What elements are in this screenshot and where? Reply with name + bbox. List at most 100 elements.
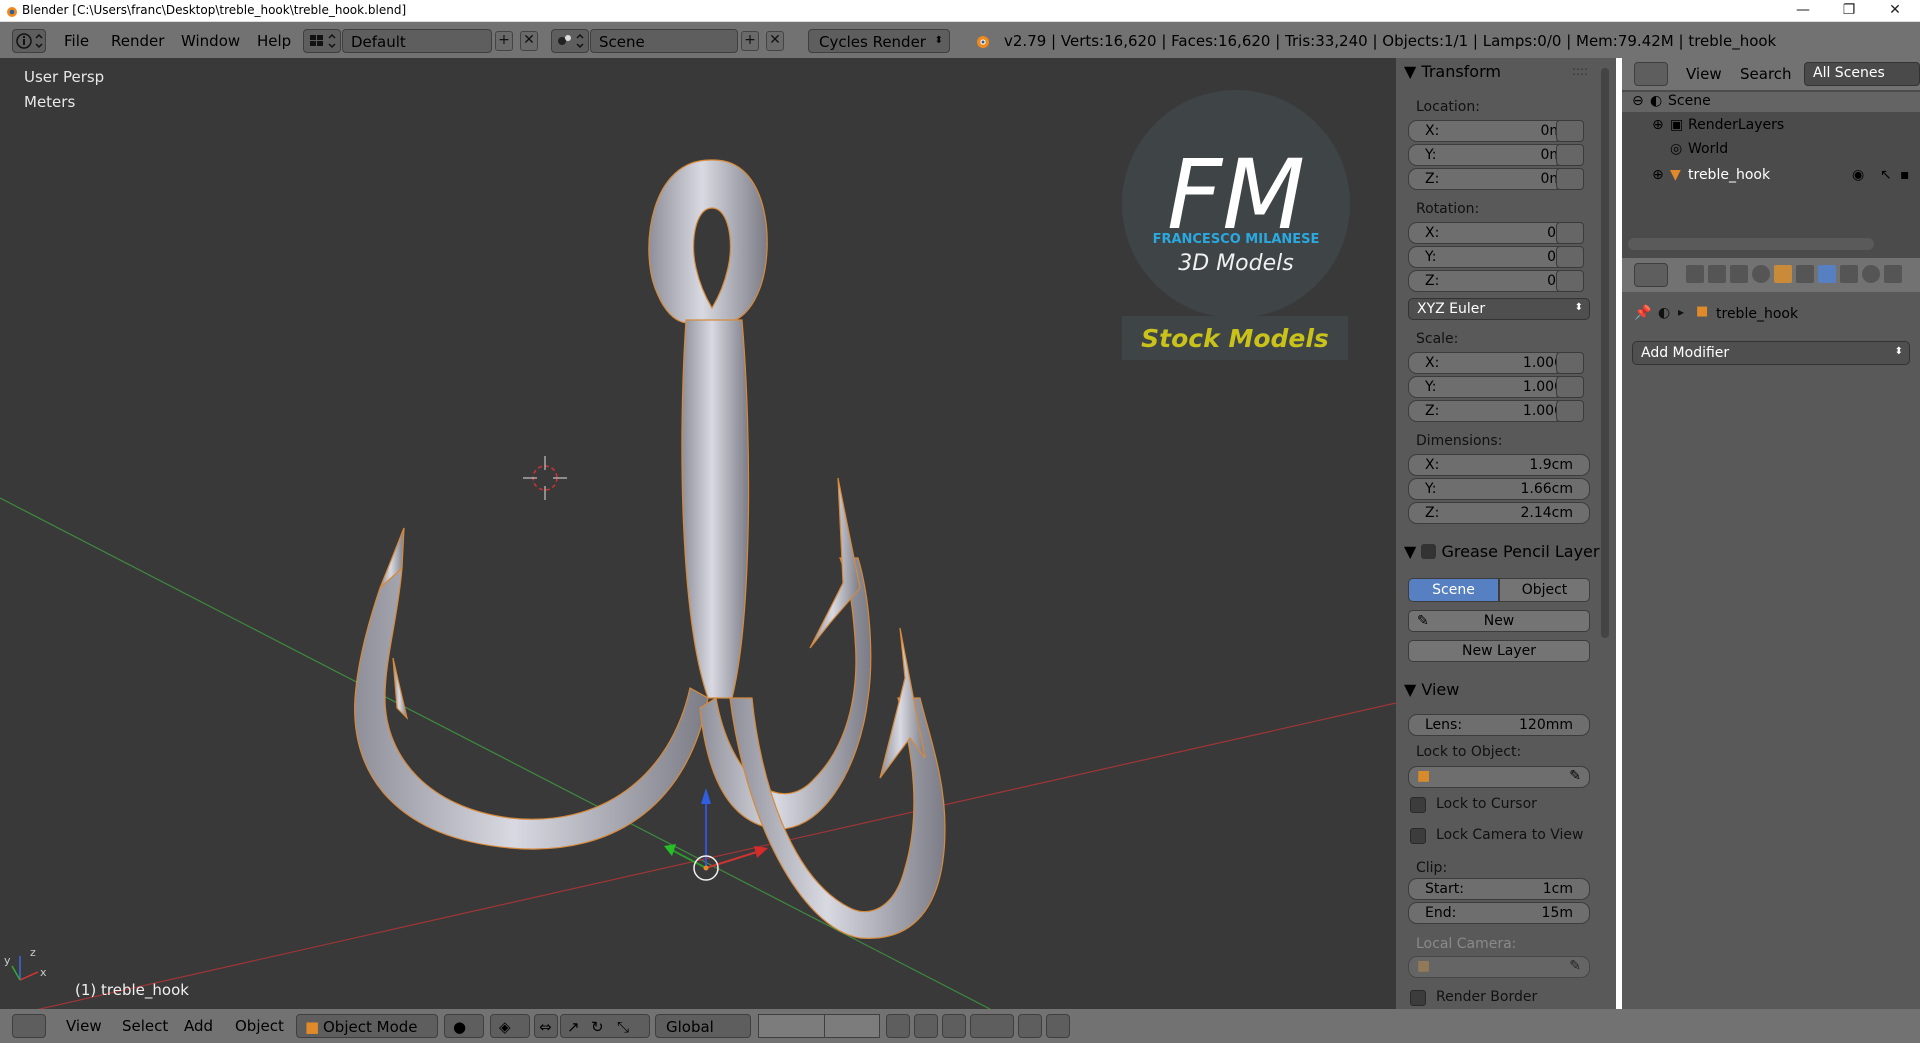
grease-pencil-panel-header[interactable]: ▼ Grease Pencil Layer bbox=[1404, 542, 1599, 564]
outliner-row-renderlayers[interactable]: ⊕ ▣ RenderLayers bbox=[1622, 116, 1920, 136]
orientation-select[interactable]: Global bbox=[655, 1014, 751, 1038]
minimize-button[interactable]: — bbox=[1780, 0, 1826, 22]
pivot-select[interactable]: ◈ bbox=[490, 1014, 530, 1038]
restore-button[interactable]: ❐ bbox=[1826, 0, 1872, 22]
shading-select[interactable]: ● bbox=[444, 1014, 484, 1038]
clip-end-field[interactable]: End: 15m bbox=[1408, 902, 1590, 924]
outliner-editor-type-button[interactable] bbox=[1634, 62, 1668, 86]
grease-object-button[interactable]: Object bbox=[1499, 578, 1590, 602]
lock-rotation-z-button[interactable] bbox=[1556, 270, 1584, 292]
grease-new-button[interactable]: ✎ New bbox=[1408, 610, 1590, 632]
mode-select[interactable]: ■ Object Mode bbox=[296, 1014, 438, 1038]
constraints-tab-icon[interactable] bbox=[1796, 265, 1814, 283]
expand-icon[interactable]: ⊕ bbox=[1652, 117, 1664, 133]
add-layout-button[interactable]: + bbox=[495, 31, 513, 51]
opengl-anim-button[interactable] bbox=[1046, 1014, 1070, 1038]
scale-x-field[interactable]: X: 1.000 bbox=[1408, 352, 1580, 374]
properties-editor-type-button[interactable] bbox=[1634, 263, 1668, 287]
lock-scale-x-button[interactable] bbox=[1556, 352, 1584, 374]
modifiers-tab-wrench-icon[interactable] bbox=[1818, 265, 1836, 283]
location-z-field[interactable]: Z: 0m bbox=[1408, 168, 1580, 190]
expand-icon[interactable]: ⊕ bbox=[1652, 167, 1664, 183]
screen-layout-field[interactable]: Default bbox=[342, 29, 492, 53]
eyedropper-icon[interactable]: ✎ bbox=[1569, 768, 1581, 784]
viewport-menu-select[interactable]: Select bbox=[122, 1017, 168, 1035]
rotate-icon[interactable]: ↻ bbox=[591, 1018, 604, 1036]
lock-object-field[interactable]: ■ ✎ bbox=[1408, 766, 1590, 788]
lock-to-cursor-checkbox[interactable] bbox=[1410, 797, 1426, 813]
rotation-mode-select[interactable]: XYZ Euler ⬍ bbox=[1408, 298, 1590, 320]
3d-viewport[interactable]: z x y FM FRANCESCO MILANESE 3D Models St… bbox=[0, 58, 1396, 1009]
outliner-menu-view[interactable]: View bbox=[1686, 65, 1722, 83]
transform-panel-header[interactable]: ▼ Transform bbox=[1404, 62, 1501, 84]
collapse-icon[interactable]: ⊖ bbox=[1632, 93, 1644, 109]
screen-layout-icon-button[interactable] bbox=[303, 29, 341, 53]
outliner-filter-select[interactable]: All Scenes bbox=[1804, 62, 1920, 86]
lock-rotation-y-button[interactable] bbox=[1556, 246, 1584, 268]
eyedropper-icon[interactable]: ✎ bbox=[1569, 958, 1581, 974]
viewport-menu-view[interactable]: View bbox=[66, 1017, 102, 1035]
outliner-menu-search[interactable]: Search bbox=[1740, 65, 1792, 83]
menu-file[interactable]: File bbox=[64, 32, 89, 50]
outliner-row-scene[interactable]: ⊖ ◐ Scene bbox=[1622, 92, 1920, 112]
scale-icon[interactable]: ⤡ bbox=[617, 1018, 629, 1036]
location-x-field[interactable]: X: 0m bbox=[1408, 120, 1580, 142]
dimension-z-field[interactable]: Z: 2.14cm bbox=[1408, 502, 1590, 524]
viewport-menu-object[interactable]: Object bbox=[235, 1017, 284, 1035]
lock-scale-y-button[interactable] bbox=[1556, 376, 1584, 398]
rotation-x-field[interactable]: X:0° bbox=[1408, 222, 1580, 244]
grease-scene-button[interactable]: Scene bbox=[1408, 578, 1499, 602]
local-camera-field[interactable]: ■ ✎ bbox=[1408, 956, 1590, 978]
renderlayer-tab-icon[interactable] bbox=[1708, 265, 1726, 283]
menu-window[interactable]: Window bbox=[181, 32, 240, 50]
proportional-edit-button[interactable] bbox=[914, 1014, 938, 1038]
material-tab-icon[interactable] bbox=[1862, 265, 1880, 283]
rotation-z-field[interactable]: Z:0° bbox=[1408, 270, 1580, 292]
drag-handle-icon[interactable]: :::: bbox=[1572, 64, 1588, 78]
lock-rotation-x-button[interactable] bbox=[1556, 222, 1584, 244]
clip-start-field[interactable]: Start: 1cm bbox=[1408, 878, 1590, 900]
outliner-row-treble-hook[interactable]: ⊕ ▼ treble_hook ◉ ↖ ▪ bbox=[1622, 166, 1920, 186]
translate-icon[interactable]: ↗ bbox=[567, 1018, 580, 1036]
snap-element-select[interactable] bbox=[970, 1014, 1014, 1038]
scene-field[interactable]: Scene bbox=[590, 29, 738, 53]
viewport-editor-type-button[interactable] bbox=[12, 1014, 46, 1038]
lock-location-y-button[interactable] bbox=[1556, 144, 1584, 166]
render-tab-icon[interactable] bbox=[1686, 265, 1704, 283]
menu-render[interactable]: Render bbox=[111, 32, 164, 50]
opengl-render-button[interactable] bbox=[1018, 1014, 1042, 1038]
object-tab-icon[interactable] bbox=[1774, 265, 1792, 283]
cursor-select-icon[interactable]: ↖ bbox=[1880, 167, 1892, 183]
add-modifier-select[interactable]: Add Modifier ⬍ bbox=[1632, 341, 1910, 365]
render-border-checkbox[interactable] bbox=[1410, 990, 1426, 1006]
view-panel-header[interactable]: ▼ View bbox=[1404, 680, 1459, 702]
scene-tab-icon[interactable] bbox=[1730, 265, 1748, 283]
world-tab-icon[interactable] bbox=[1752, 265, 1770, 283]
remove-scene-button[interactable]: ✕ bbox=[766, 31, 784, 51]
grease-new-layer-button[interactable]: New Layer bbox=[1408, 640, 1590, 662]
render-engine-select[interactable]: Cycles Render ⬍ bbox=[808, 29, 950, 53]
lock-layers-button[interactable] bbox=[886, 1014, 910, 1038]
outliner-scrollbar[interactable] bbox=[1628, 238, 1874, 250]
viewport-menu-add[interactable]: Add bbox=[184, 1017, 213, 1035]
scale-y-field[interactable]: Y: 1.000 bbox=[1408, 376, 1580, 398]
layer-buttons-2[interactable] bbox=[824, 1014, 880, 1038]
lens-field[interactable]: Lens: 120mm bbox=[1408, 714, 1590, 736]
dimension-x-field[interactable]: X: 1.9cm bbox=[1408, 454, 1590, 476]
close-button[interactable]: ✕ bbox=[1872, 0, 1918, 22]
eye-icon[interactable]: ◉ bbox=[1852, 167, 1864, 183]
editor-type-info-button[interactable] bbox=[12, 29, 46, 53]
npanel-scrollbar[interactable] bbox=[1601, 68, 1609, 638]
texture-tab-icon[interactable] bbox=[1884, 265, 1902, 283]
lock-location-x-button[interactable] bbox=[1556, 120, 1584, 142]
scale-z-field[interactable]: Z: 1.000 bbox=[1408, 400, 1580, 422]
data-tab-icon[interactable] bbox=[1840, 265, 1858, 283]
location-y-field[interactable]: Y: 0m bbox=[1408, 144, 1580, 166]
lock-camera-checkbox[interactable] bbox=[1410, 828, 1426, 844]
camera-render-icon[interactable]: ▪ bbox=[1900, 167, 1910, 183]
scene-icon-button[interactable] bbox=[551, 29, 589, 53]
add-scene-button[interactable]: + bbox=[741, 31, 759, 51]
remove-layout-button[interactable]: ✕ bbox=[520, 31, 538, 51]
outliner-row-world[interactable]: ◎ World bbox=[1622, 140, 1920, 160]
pin-icon[interactable]: 📌 bbox=[1634, 305, 1651, 321]
